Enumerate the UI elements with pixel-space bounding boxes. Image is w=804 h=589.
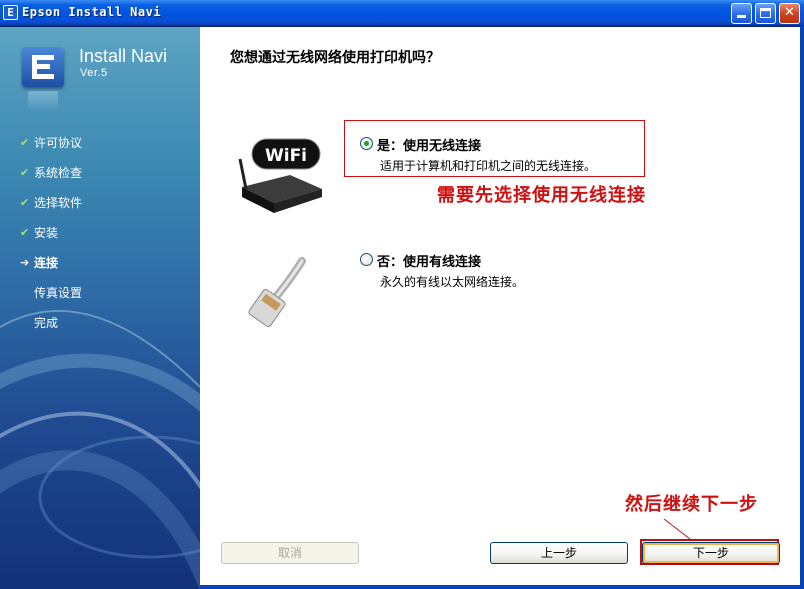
annotation-then-next: 然后继续下一步	[625, 494, 758, 515]
window-title: Epson Install Navi	[22, 5, 162, 19]
e-logo-icon	[32, 55, 54, 79]
arrow-right-icon: ➔	[20, 256, 30, 269]
minimize-icon	[737, 15, 746, 18]
sidebar: Install Navi Ver.5 ✔ 许可协议 ✔ 系统检查 ✔ 选择软件 ✔ 安装…	[0, 27, 200, 589]
step-item: ✔ 选择软件	[18, 195, 82, 225]
step-list: ✔ 许可协议 ✔ 系统检查 ✔ 选择软件 ✔ 安装 ➔ 连接 传真设置 完成	[18, 135, 82, 345]
step-label: 完成	[34, 316, 59, 330]
step-item: ✔ 系统检查	[18, 165, 82, 195]
maximize-button[interactable]	[755, 3, 776, 24]
step-label: 连接	[34, 256, 59, 270]
step-item: 完成	[18, 315, 82, 345]
step-item: ✔ 许可协议	[18, 135, 82, 165]
check-icon: ✔	[20, 226, 30, 239]
wireless-router-icon: WiFi	[238, 138, 322, 213]
step-item-current: ➔ 连接	[18, 255, 82, 285]
ethernet-cable-icon	[248, 257, 306, 328]
wireless-option-label[interactable]: 是：使用无线连接	[377, 135, 481, 154]
step-label: 系统检查	[34, 166, 83, 180]
step-label: 安装	[34, 226, 59, 240]
back-button[interactable]: 上一步	[490, 542, 628, 564]
epson-app-icon: E	[3, 5, 18, 20]
window-border-right	[800, 26, 804, 589]
step-label: 许可协议	[34, 136, 83, 150]
main-panel: 您想通过无线网络使用打印机吗？ WiFi 是：使用无线连接 适用于计算机和打印机…	[200, 27, 800, 585]
check-icon: ✔	[20, 136, 30, 149]
annotation-select-wireless: 需要先选择使用无线连接	[437, 185, 646, 206]
next-button[interactable]: 下一步	[642, 542, 780, 564]
check-icon: ✔	[20, 166, 30, 179]
wireless-option-description: 适用于计算机和打印机之间的无线连接。	[380, 159, 597, 173]
close-icon: ✕	[784, 5, 795, 20]
wired-radio[interactable]	[360, 253, 373, 266]
check-icon: ✔	[20, 196, 30, 209]
title-bar[interactable]: E Epson Install Navi ✕	[0, 0, 804, 26]
step-label: 选择软件	[34, 196, 83, 210]
close-button[interactable]: ✕	[779, 3, 800, 24]
step-item: 传真设置	[18, 285, 82, 315]
wireless-radio[interactable]	[360, 137, 373, 150]
maximize-icon	[760, 8, 771, 18]
wired-option-label[interactable]: 否：使用有线连接	[377, 251, 481, 270]
logo-reflection	[28, 91, 58, 111]
step-label: 传真设置	[34, 286, 83, 300]
cancel-button[interactable]: 取消	[221, 542, 359, 564]
wifi-logo-text: WiFi	[265, 146, 307, 166]
epson-logo	[22, 47, 64, 87]
wired-option-description: 永久的有线以太网络连接。	[380, 275, 525, 289]
minimize-button[interactable]	[731, 3, 752, 24]
product-version: Ver.5	[80, 67, 108, 79]
product-name: Install Navi	[79, 46, 168, 66]
annotation-pointer-line	[663, 518, 691, 540]
window-border-bottom	[200, 585, 804, 589]
page-question: 您想通过无线网络使用打印机吗？	[230, 50, 440, 66]
step-item: ✔ 安装	[18, 225, 82, 255]
